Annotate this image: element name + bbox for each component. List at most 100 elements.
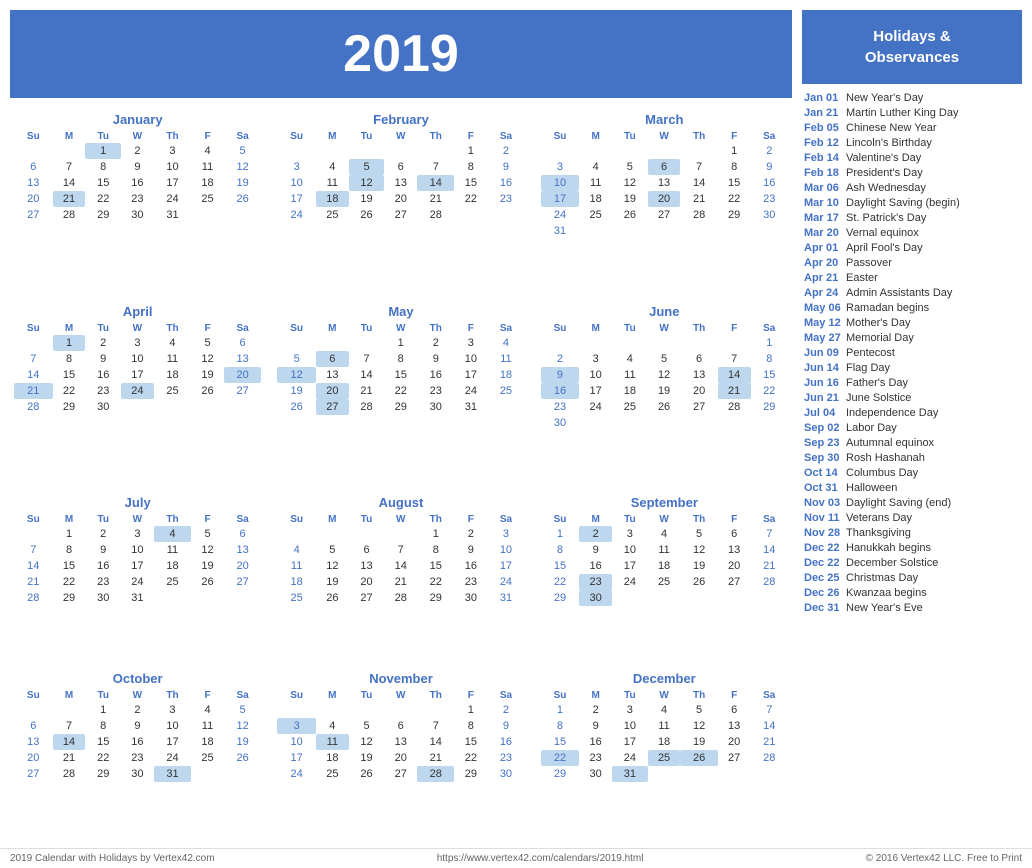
calendar-day	[579, 143, 612, 159]
calendar-day: 29	[751, 399, 788, 415]
calendar-day	[579, 335, 612, 351]
holiday-item: Nov 28Thanksgiving	[802, 525, 1022, 540]
holiday-item: Dec 22 Hanukkah begins	[802, 540, 1022, 555]
calendar-day: 3	[154, 702, 191, 718]
calendar-day: 14	[53, 734, 86, 750]
holiday-date: May 27	[804, 332, 842, 344]
calendar-day	[224, 590, 261, 606]
calendar-day: 5	[680, 702, 717, 718]
holiday-name: Chinese New Year	[846, 122, 937, 134]
calendar-day: 25	[648, 750, 681, 766]
calendar-day: 18	[612, 383, 648, 399]
calendar-day: 11	[316, 734, 349, 750]
calendar-day	[384, 526, 417, 542]
calendar-day: 2	[121, 143, 154, 159]
calendar-day	[384, 702, 417, 718]
calendar-day: 19	[612, 191, 648, 207]
calendar-day: 21	[14, 383, 53, 399]
holiday-date: Jun 09	[804, 347, 842, 359]
calendar-day: 24	[454, 383, 487, 399]
calendar-day: 19	[349, 191, 385, 207]
calendar-day: 8	[384, 351, 417, 367]
calendar-day: 2	[579, 702, 612, 718]
calendar-day: 20	[224, 558, 261, 574]
calendar-day	[384, 143, 417, 159]
calendar-day: 22	[384, 383, 417, 399]
calendar-day: 7	[53, 718, 86, 734]
calendar-day: 23	[85, 383, 121, 399]
calendar-day: 11	[648, 542, 681, 558]
year-header: 2019	[10, 10, 792, 98]
holiday-item: Dec 22December Solstice	[802, 555, 1022, 570]
calendar-day: 20	[14, 750, 53, 766]
calendar-day: 27	[224, 383, 261, 399]
calendar-day: 25	[579, 207, 612, 223]
holiday-date: Jul 04	[804, 407, 842, 419]
calendar-day: 19	[224, 175, 261, 191]
calendar-day: 12	[316, 558, 349, 574]
calendar-day: 19	[224, 734, 261, 750]
holiday-name: Hanukkah begins	[846, 542, 931, 554]
holiday-date: Apr 01	[804, 242, 842, 254]
cal-table-may: SuMTuWThFSa12345678910111213141516171819…	[277, 322, 524, 415]
holiday-date: May 12	[804, 317, 842, 329]
month-block-april: AprilSuMTuWThFSa123456789101112131415161…	[10, 300, 265, 484]
calendar-day: 7	[417, 159, 454, 175]
holiday-name: Kwanzaa begins	[846, 587, 927, 599]
holiday-date: Jan 01	[804, 92, 842, 104]
calendar-day: 29	[541, 590, 580, 606]
calendar-day: 27	[680, 399, 717, 415]
calendar-day: 16	[751, 175, 788, 191]
day-header: W	[121, 513, 154, 526]
calendar-day	[277, 143, 316, 159]
calendar-day: 10	[612, 718, 648, 734]
day-header: Sa	[751, 322, 788, 335]
calendar-day: 20	[384, 750, 417, 766]
holiday-date: Dec 25	[804, 572, 842, 584]
calendar-day: 28	[417, 207, 454, 223]
month-block-january: JanuarySuMTuWThFSa1234567891011121314151…	[10, 108, 265, 292]
calendar-day	[316, 702, 349, 718]
calendar-day: 11	[154, 351, 191, 367]
calendar-day: 25	[316, 766, 349, 782]
calendar-day	[14, 526, 53, 542]
holiday-item: Dec 31New Year's Eve	[802, 600, 1022, 615]
calendar-day: 5	[612, 159, 648, 175]
calendar-day: 26	[648, 399, 681, 415]
day-header: M	[579, 689, 612, 702]
month-block-may: MaySuMTuWThFSa12345678910111213141516171…	[273, 300, 528, 484]
day-header: Th	[680, 130, 717, 143]
calendar-day: 1	[85, 702, 121, 718]
calendar-day: 31	[612, 766, 648, 782]
calendar-day: 8	[541, 718, 580, 734]
calendar-day: 6	[648, 159, 681, 175]
calendar-day: 28	[14, 399, 53, 415]
footer-right: © 2016 Vertex42 LLC. Free to Print	[866, 853, 1022, 864]
calendar-day: 2	[121, 702, 154, 718]
holiday-item: Sep 30Rosh Hashanah	[802, 450, 1022, 465]
holiday-item: May 12Mother's Day	[802, 315, 1022, 330]
day-header: Su	[14, 130, 53, 143]
holiday-date: Oct 14	[804, 467, 842, 479]
calendar-day: 22	[541, 750, 580, 766]
day-header: M	[53, 130, 86, 143]
calendar-day: 14	[384, 558, 417, 574]
calendar-day: 15	[53, 558, 86, 574]
calendar-day: 20	[718, 558, 751, 574]
holiday-item: Sep 02Labor Day	[802, 420, 1022, 435]
calendar-day: 1	[53, 335, 86, 351]
calendar-day	[487, 207, 524, 223]
holiday-date: Dec 22	[804, 542, 842, 554]
calendar-day: 14	[751, 542, 788, 558]
calendar-day: 1	[541, 526, 580, 542]
calendar-day: 5	[349, 718, 385, 734]
day-header: Su	[277, 130, 316, 143]
calendar-day: 27	[14, 207, 53, 223]
calendar-day: 18	[648, 558, 681, 574]
calendar-day: 28	[417, 766, 454, 782]
calendar-day: 7	[349, 351, 385, 367]
calendar-day: 21	[14, 574, 53, 590]
month-block-august: AugustSuMTuWThFSa12345678910111213141516…	[273, 491, 528, 659]
calendar-day: 16	[454, 558, 487, 574]
holiday-name: Memorial Day	[846, 332, 914, 344]
